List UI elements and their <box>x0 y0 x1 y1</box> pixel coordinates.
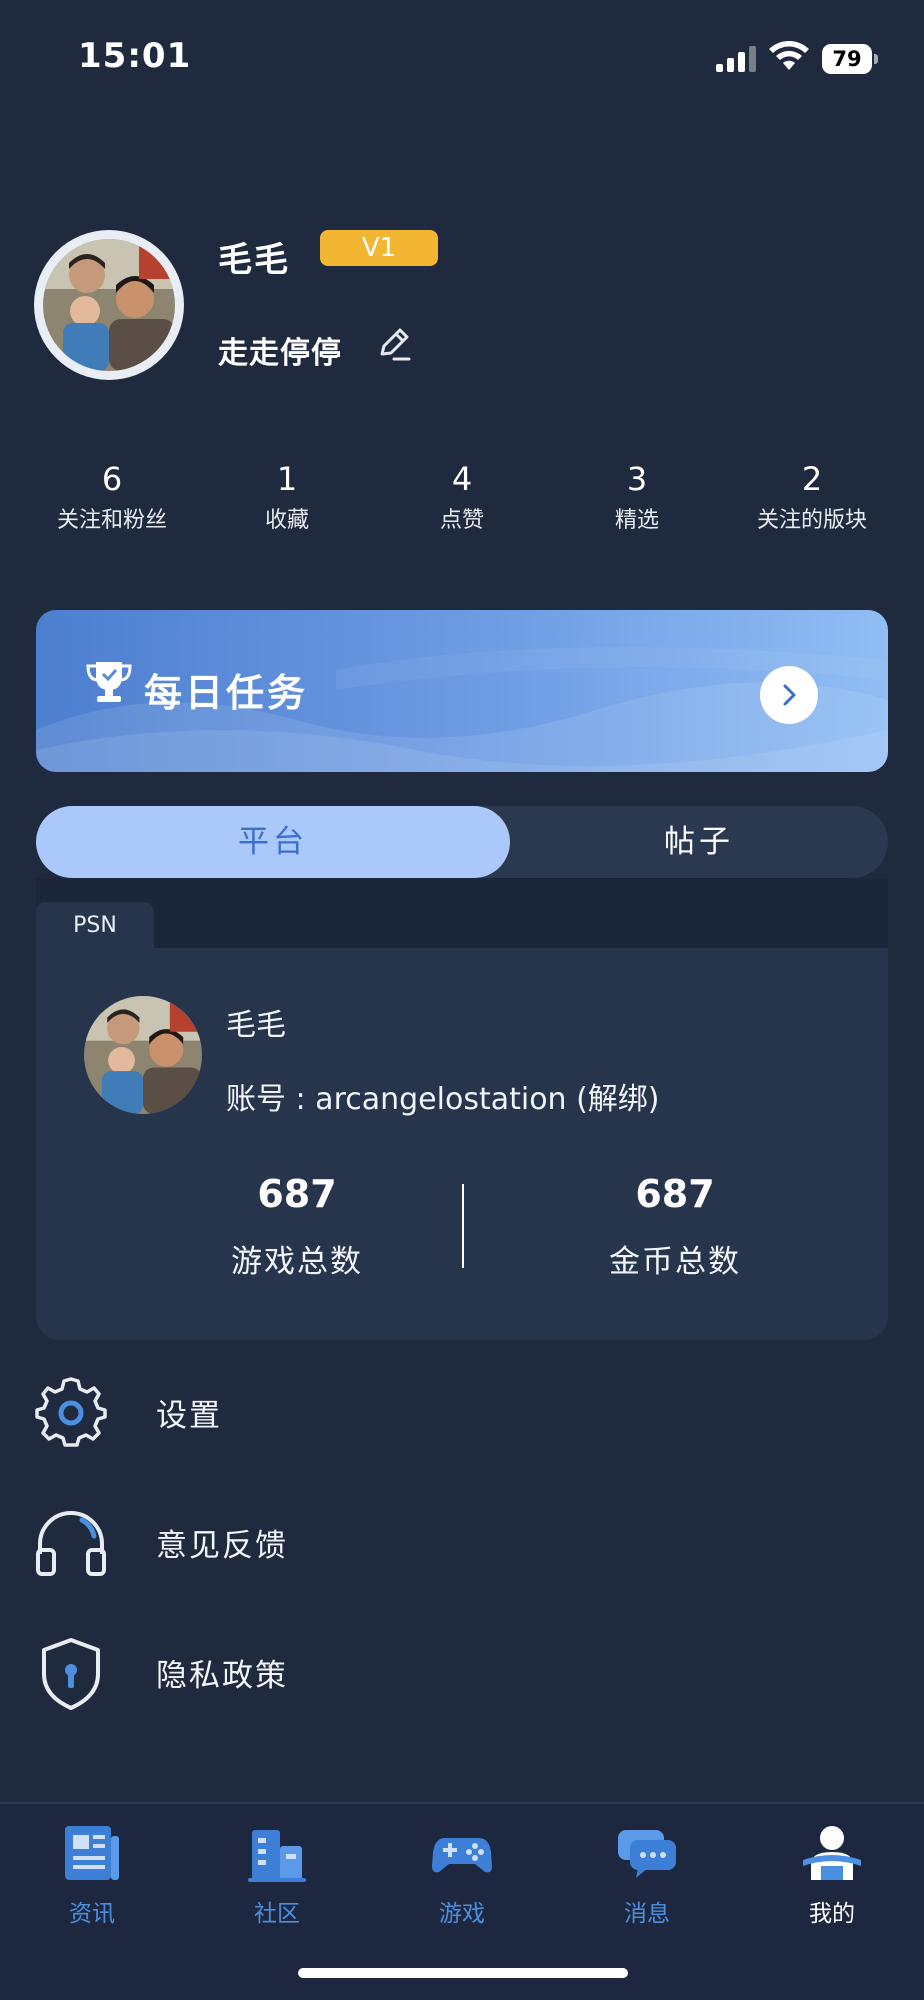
newspaper-icon <box>65 1826 119 1880</box>
cellular-signal-icon <box>716 46 756 72</box>
stat-value: 3 <box>626 460 648 498</box>
stat-label: 收藏 <box>264 508 309 533</box>
battery-icon: 79 <box>822 44 878 74</box>
nav-label: 社区 <box>254 1901 300 1927</box>
status-time: 15:01 <box>78 36 192 76</box>
coins-total-stat: 687 金币总数 <box>510 1170 840 1284</box>
nav-item-community[interactable]: 社区 <box>185 1822 369 1932</box>
buildings-icon <box>248 1830 306 1882</box>
gamepad-icon <box>432 1838 492 1873</box>
platform-tab-psn[interactable]: PSN <box>36 902 154 950</box>
games-total-value: 687 <box>257 1172 337 1216</box>
platform-tab-strip <box>36 878 888 950</box>
chevron-right-icon <box>783 684 796 706</box>
edit-pencil-icon[interactable] <box>374 324 414 364</box>
stat-value: 1 <box>276 460 298 498</box>
status-bar: 15:01 79 <box>0 0 924 120</box>
profile-name: 毛毛 <box>218 240 290 280</box>
level-badge: V1 <box>320 230 438 266</box>
nav-label: 消息 <box>624 1901 670 1927</box>
stat-value: 6 <box>101 460 123 498</box>
battery-level: 79 <box>822 44 872 74</box>
daily-task-go-button[interactable] <box>760 666 818 724</box>
content-tabs: 平台 帖子 <box>36 806 888 878</box>
stat-value: 4 <box>451 460 473 498</box>
coins-total-label: 金币总数 <box>609 1244 741 1280</box>
profile-avatar[interactable] <box>34 230 184 380</box>
stat-label: 点赞 <box>439 508 484 533</box>
daily-task-title: 每日任务 <box>144 671 309 715</box>
psn-account-card: 毛毛 账号 : arcangelostation (解绑) 687 游戏总数 6… <box>36 948 888 1340</box>
nav-label: 资讯 <box>69 1901 115 1927</box>
menu-label: 隐私政策 <box>156 1658 288 1694</box>
profile-signature: 走走停停 <box>218 336 342 371</box>
person-icon <box>803 1826 861 1880</box>
menu-label: 设置 <box>156 1398 222 1434</box>
nav-item-news[interactable]: 资讯 <box>0 1822 184 1932</box>
daily-task-banner[interactable]: 每日任务 <box>36 610 888 772</box>
psn-avatar <box>84 996 202 1114</box>
psn-name: 毛毛 <box>226 1008 286 1043</box>
psn-account-unbind[interactable]: 账号 : arcangelostation (解绑) <box>226 1074 660 1118</box>
coins-total-value: 687 <box>635 1172 715 1216</box>
nav-item-messages[interactable]: 消息 <box>555 1822 739 1932</box>
menu-label: 意见反馈 <box>156 1528 288 1564</box>
profile-stats: 6 关注和粉丝 1 收藏 4 点赞 3 精选 2 关注的版块 <box>0 458 924 548</box>
nav-item-mine[interactable]: 我的 <box>740 1822 924 1932</box>
stat-followed-boards[interactable]: 2 关注的版块 <box>720 458 904 538</box>
stat-label: 关注和粉丝 <box>56 508 167 533</box>
stat-favorites[interactable]: 1 收藏 <box>195 458 379 538</box>
stat-likes[interactable]: 4 点赞 <box>370 458 554 538</box>
chat-bubbles-icon <box>618 1830 676 1878</box>
nav-label: 游戏 <box>439 1901 485 1927</box>
tab-posts[interactable]: 帖子 <box>510 806 888 878</box>
wifi-icon <box>769 41 809 70</box>
menu-item-feedback[interactable]: 意见反馈 <box>0 1492 924 1592</box>
tab-platform[interactable]: 平台 <box>36 806 510 878</box>
stat-divider <box>462 1184 464 1268</box>
stat-follow-fans[interactable]: 6 关注和粉丝 <box>20 458 204 538</box>
trophy-icon <box>86 662 132 702</box>
gear-icon <box>35 1377 107 1447</box>
stat-label: 精选 <box>614 508 659 533</box>
games-total-stat: 687 游戏总数 <box>132 1170 462 1284</box>
stat-label: 关注的版块 <box>756 508 867 533</box>
nav-item-games[interactable]: 游戏 <box>370 1822 554 1932</box>
home-indicator[interactable] <box>298 1968 628 1978</box>
stat-value: 2 <box>801 460 823 498</box>
stat-featured[interactable]: 3 精选 <box>545 458 729 538</box>
nav-label: 我的 <box>809 1901 855 1927</box>
games-total-label: 游戏总数 <box>231 1244 363 1280</box>
shield-lock-icon <box>42 1638 100 1710</box>
menu-item-settings[interactable]: 设置 <box>0 1362 924 1462</box>
headphones-icon <box>36 1511 106 1576</box>
menu-item-privacy[interactable]: 隐私政策 <box>0 1622 924 1722</box>
